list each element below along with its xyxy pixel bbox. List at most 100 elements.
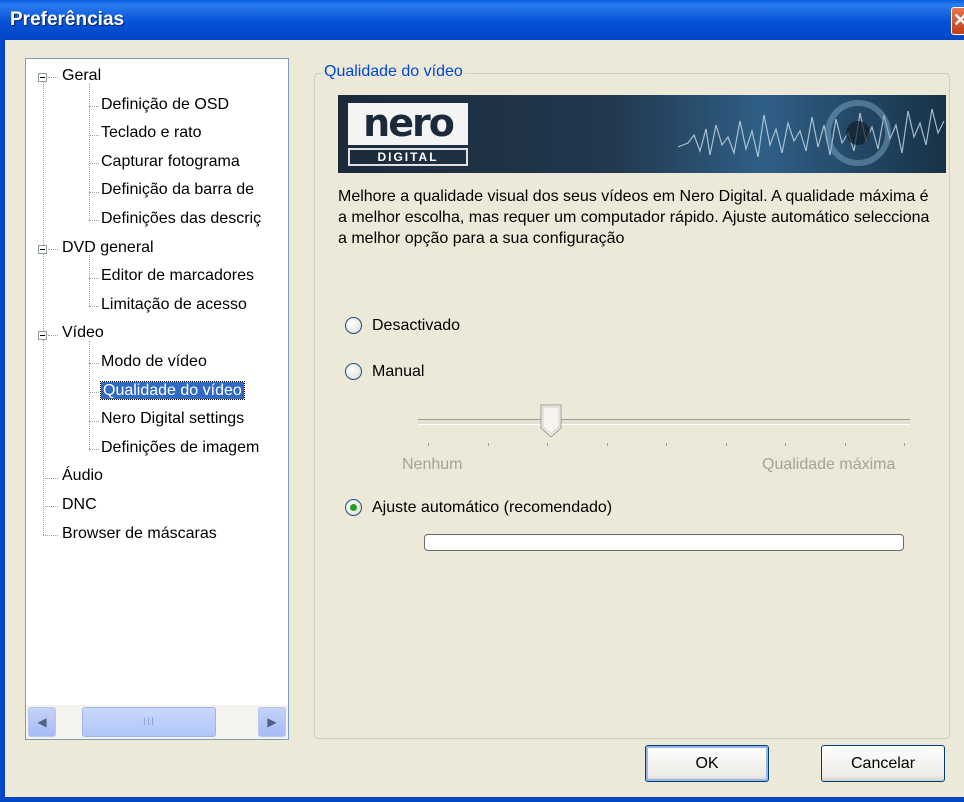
tree-leaf[interactable]: Nero Digital settings [101, 406, 244, 432]
scroll-right-button[interactable]: ▶ [258, 707, 286, 737]
tree-connector [43, 477, 58, 479]
collapse-icon[interactable] [38, 244, 47, 254]
nero-digital-banner: nero DIGITAL [338, 95, 946, 173]
tree-node[interactable]: DNC [62, 492, 97, 518]
close-button[interactable]: ✕ [951, 7, 964, 35]
nero-logo: nero DIGITAL [348, 103, 468, 166]
tree-leaf[interactable]: Limitação de acesso [101, 292, 247, 318]
cancel-button[interactable]: Cancelar [821, 745, 945, 782]
arrow-right-icon: ▶ [267, 715, 277, 729]
tree-leaf[interactable]: Definição de OSD [101, 92, 229, 118]
tree-connector [89, 220, 99, 222]
tree-item-label: Geral [62, 67, 102, 84]
tree-horizontal-scrollbar[interactable]: ◀ III ▶ [26, 705, 288, 739]
tree-leaf[interactable]: Modo de vídeo [101, 349, 207, 375]
grip-icon: III [142, 716, 156, 728]
tree-connector [89, 163, 99, 165]
collapse-icon[interactable] [38, 330, 47, 340]
tree-item-label: Vídeo [62, 324, 104, 342]
window-frame-left [0, 40, 5, 802]
tree-leaf[interactable]: Definições das descriç [101, 206, 261, 232]
preferences-tree[interactable]: Geral Definição de OSD Teclado e rato Captu… [25, 58, 289, 740]
tree-connector [89, 277, 99, 279]
collapse-icon[interactable] [38, 73, 47, 83]
tree-item-label: Definições das descriç [101, 210, 262, 227]
tree-connector [43, 534, 58, 536]
tree-leaf[interactable]: Teclado e rato [101, 120, 202, 146]
slider-tick [844, 443, 846, 446]
slider-tick [606, 443, 608, 446]
tree-connector [89, 340, 90, 450]
window-frame-bottom [0, 797, 964, 802]
tree-connector [89, 105, 99, 107]
tree-connector [89, 363, 99, 365]
close-icon: ✕ [953, 10, 964, 31]
tree-item-label: Capturar fotograma [101, 152, 240, 170]
tree-connector [89, 449, 99, 451]
logo-digital: DIGITAL [348, 148, 468, 166]
slider-tick [487, 443, 489, 446]
scroll-thumb[interactable]: III [82, 707, 216, 737]
option-manual-label: Manual [372, 363, 425, 380]
tree-connector [89, 254, 90, 307]
tree-node[interactable]: Áudio [62, 463, 103, 489]
slider-tick [725, 443, 727, 446]
tree-item-label: DNC [62, 496, 97, 513]
quality-slider-thumb[interactable] [540, 404, 562, 438]
tree-connector [43, 506, 58, 508]
tree-connector [48, 248, 58, 250]
slider-tick [666, 443, 667, 446]
tree-connector [89, 191, 99, 193]
tree-item-label: Definição da barra de [101, 181, 254, 199]
quality-slider-track[interactable] [418, 419, 910, 425]
description-text: Melhore a qualidade visual dos seus víde… [338, 188, 930, 247]
radio-auto[interactable] [345, 499, 362, 516]
tree-item-label: Áudio [62, 467, 103, 485]
tree-item-label: Editor de marcadores [101, 267, 254, 285]
ok-button[interactable]: OK [645, 745, 769, 782]
tree-leaf[interactable]: Definições de imagem [101, 435, 259, 461]
tree-item-label: Limitação de acesso [101, 295, 247, 313]
tree-item-label: Nero Digital settings [101, 410, 245, 428]
tree-connector [43, 77, 44, 535]
radio-disabled[interactable] [345, 317, 362, 334]
slider-tick [904, 443, 905, 446]
radio-manual[interactable] [345, 363, 362, 380]
tree-item-label: Qualidade do vídeo [100, 380, 245, 400]
tree-item-label: DVD general [62, 238, 154, 256]
group-title: Qualidade do vídeo [322, 63, 465, 81]
tree-connector [89, 391, 99, 393]
tree-connector [89, 306, 99, 308]
tree-node[interactable]: Geral [62, 63, 101, 89]
slider-min-label: Nenhum [402, 456, 463, 473]
tree-connector [89, 83, 90, 221]
tree-connector [48, 334, 58, 336]
title-bar[interactable]: Preferências ✕ [0, 0, 964, 40]
scroll-left-button[interactable]: ◀ [28, 707, 56, 737]
tree-leaf[interactable]: Editor de marcadores [101, 263, 254, 289]
tree-leaf[interactable]: Qualidade do vídeo [100, 378, 245, 404]
tree-item-label: Definições de imagem [101, 438, 260, 456]
slider-tick [785, 443, 786, 446]
option-auto-label: Ajuste automático (recomendado) [372, 499, 613, 516]
arrow-left-icon: ◀ [37, 715, 47, 729]
slider-tick [428, 443, 429, 446]
auto-progress-bar [424, 534, 904, 551]
logo-wordmark: nero [348, 103, 468, 145]
tree-leaf[interactable]: Definição da barra de [101, 177, 254, 203]
tree-connector [48, 77, 58, 79]
tree-connector [89, 134, 99, 136]
tree-node[interactable]: Vídeo [62, 320, 104, 346]
tree-item-label: Teclado e rato [101, 124, 202, 142]
tree-item-label: Browser de máscaras [62, 524, 217, 542]
tree-node[interactable]: DVD general [62, 235, 154, 261]
slider-tick [547, 443, 548, 446]
tree-connector [89, 420, 99, 422]
tree-item-label: Definição de OSD [101, 95, 230, 113]
option-disabled-label: Desactivado [372, 317, 461, 334]
tree-leaf[interactable]: Capturar fotograma [101, 149, 240, 175]
tree-node[interactable]: Browser de máscaras [62, 521, 217, 547]
tree-item-label: Modo de vídeo [101, 353, 207, 370]
window-title: Preferências [10, 9, 125, 30]
slider-max-label: Qualidade máxima [762, 456, 896, 473]
